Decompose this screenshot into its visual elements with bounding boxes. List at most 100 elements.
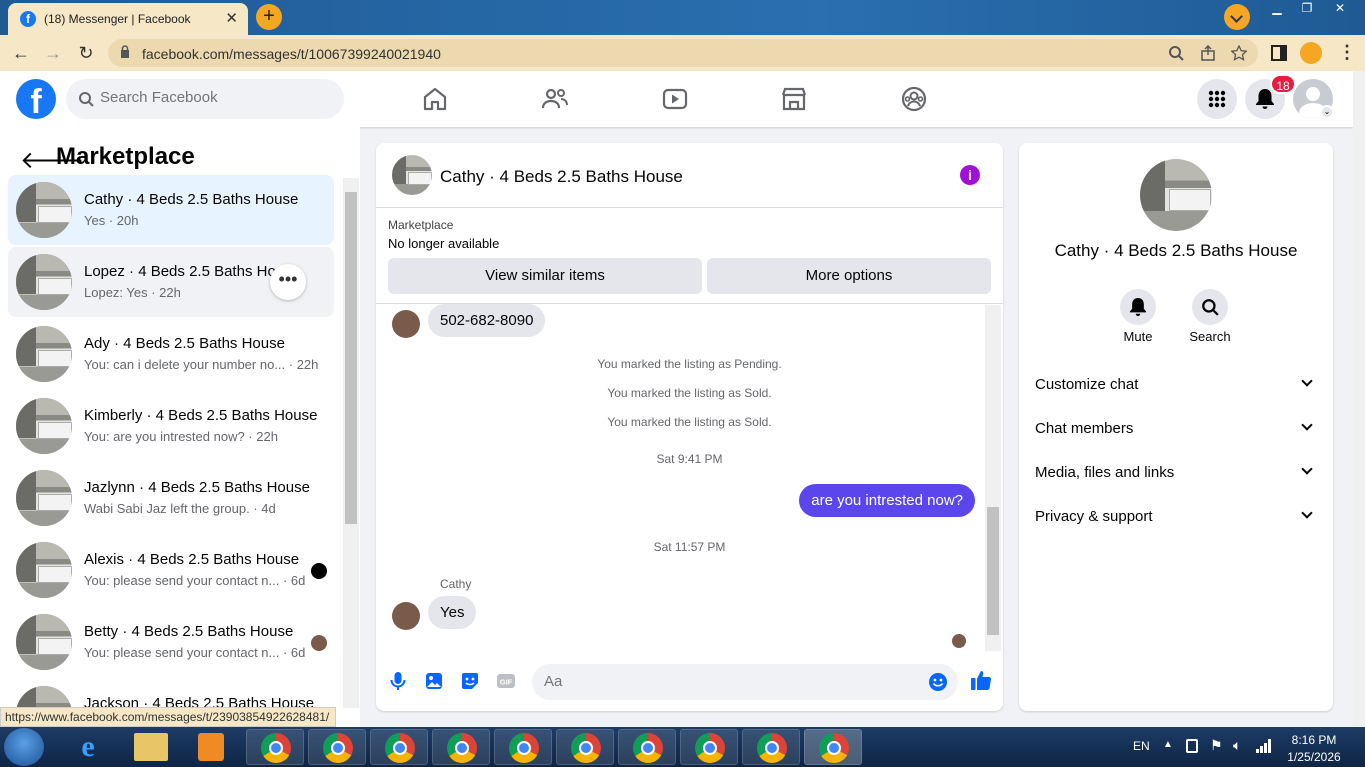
page-scrollbar[interactable] <box>1353 71 1365 727</box>
taskbar-chrome-window[interactable] <box>246 729 304 765</box>
browser-tab-bar: f (18) Messenger | Facebook ✕ + ▁ ❐ ✕ <box>0 0 1365 35</box>
chat-title[interactable]: Cathy · 4 Beds 2.5 Baths House <box>440 167 683 187</box>
bookmark-star-icon[interactable] <box>1231 45 1247 61</box>
volume-icon[interactable]: 🔈︎ <box>1233 737 1241 754</box>
conversation-item[interactable]: Alexis · 4 Beds 2.5 Baths House You: ple… <box>8 535 334 605</box>
chat-scrollbar[interactable] <box>985 305 1001 651</box>
profile-avatar-icon[interactable] <box>1300 42 1322 64</box>
like-thumb-icon[interactable] <box>970 669 992 691</box>
emoji-icon[interactable] <box>928 672 948 692</box>
friends-icon[interactable] <box>541 85 569 113</box>
chat-list-scrollbar[interactable] <box>343 178 359 708</box>
taskbar-chrome-window[interactable] <box>494 729 552 765</box>
more-options-icon[interactable]: ••• <box>270 264 306 300</box>
clock-date[interactable]: 1/25/2026 <box>1282 750 1346 764</box>
language-indicator[interactable]: EN <box>1133 739 1150 753</box>
chrome-icon <box>385 733 415 763</box>
photo-icon[interactable] <box>424 671 444 691</box>
microphone-icon[interactable] <box>388 671 408 691</box>
privacy-support-section[interactable]: Privacy & support <box>1035 497 1317 537</box>
sticker-icon[interactable] <box>460 671 480 691</box>
facebook-search[interactable] <box>66 79 344 119</box>
tab-close-icon[interactable]: ✕ <box>225 9 238 27</box>
timestamp: Sat 11:57 PM <box>653 540 726 554</box>
marketplace-label: Marketplace <box>388 218 454 232</box>
listing-thumbnail <box>16 398 72 454</box>
sender-avatar <box>392 310 420 338</box>
info-icon[interactable]: i <box>960 165 980 185</box>
marketplace-icon[interactable] <box>780 85 808 113</box>
tab-search-button[interactable] <box>1224 4 1250 30</box>
conversation-snippet: You: are you intrested now? · 22h <box>84 429 278 444</box>
message-composer: GIF <box>376 661 1003 701</box>
search-in-chat-button[interactable] <box>1192 289 1228 325</box>
conversation-item[interactable]: Jazlynn · 4 Beds 2.5 Baths House Wabi Sa… <box>8 463 334 533</box>
taskbar-chrome-window[interactable] <box>742 729 800 765</box>
zoom-icon[interactable] <box>1168 45 1184 61</box>
close-window-button[interactable]: ✕ <box>1322 0 1358 18</box>
customize-chat-section[interactable]: Customize chat <box>1035 365 1317 405</box>
home-icon[interactable] <box>421 85 449 113</box>
message-input-box[interactable] <box>532 664 958 700</box>
action-center-flag-icon[interactable]: ⚑ <box>1210 737 1223 754</box>
reload-button[interactable]: ↻ <box>75 42 97 64</box>
start-button[interactable] <box>4 728 44 766</box>
clock-time[interactable]: 8:16 PM <box>1282 733 1346 747</box>
chrome-icon <box>261 733 291 763</box>
more-options-button[interactable]: More options <box>707 258 991 294</box>
listing-thumbnail <box>16 182 72 238</box>
new-tab-button[interactable]: + <box>256 4 282 30</box>
chat-members-section[interactable]: Chat members <box>1035 409 1317 449</box>
network-signal-icon[interactable] <box>1256 739 1272 753</box>
forward-button[interactable]: → <box>42 42 64 64</box>
conversation-item[interactable]: Ady · 4 Beds 2.5 Baths House You: can i … <box>8 319 334 389</box>
account-chevron-icon[interactable]: ⌄ <box>1320 105 1334 119</box>
taskbar-chrome-window[interactable] <box>308 729 366 765</box>
minimize-button[interactable]: ▁ <box>1262 0 1292 18</box>
mute-button[interactable] <box>1120 289 1156 325</box>
conversation-item[interactable]: Kimberly · 4 Beds 2.5 Baths House You: a… <box>8 391 334 461</box>
internet-explorer-icon[interactable]: e <box>72 731 104 763</box>
incoming-message[interactable]: Yes <box>428 596 477 629</box>
chat-avatar[interactable] <box>392 155 432 195</box>
browser-menu-icon[interactable]: ⋮ <box>1338 42 1356 63</box>
message-input[interactable] <box>544 673 924 690</box>
mute-label: Mute <box>1123 329 1153 344</box>
maximize-button[interactable]: ❐ <box>1292 0 1322 18</box>
menu-button[interactable] <box>1197 79 1237 119</box>
facebook-logo-icon[interactable]: f <box>16 79 56 121</box>
chevron-down-icon <box>1301 507 1313 519</box>
taskbar-chrome-window[interactable] <box>370 729 428 765</box>
taskbar-chrome-window[interactable] <box>680 729 738 765</box>
conversation-item[interactable]: Cathy · 4 Beds 2.5 Baths House Yes · 20h <box>8 175 334 245</box>
sender-name: Cathy <box>440 577 472 591</box>
system-message: You marked the listing as Sold. <box>607 386 772 400</box>
gif-icon[interactable]: GIF <box>496 671 516 691</box>
conversation-item[interactable]: Lopez · 4 Beds 2.5 Baths Hou Lopez: Yes … <box>8 247 334 317</box>
chrome-icon <box>757 733 787 763</box>
watch-icon[interactable] <box>661 85 689 113</box>
media-files-links-section[interactable]: Media, files and links <box>1035 453 1317 493</box>
seen-avatar <box>311 635 327 651</box>
incoming-message[interactable]: 502-682-8090 <box>428 304 546 337</box>
media-player-icon[interactable] <box>198 733 224 761</box>
taskbar-chrome-window[interactable] <box>618 729 676 765</box>
groups-icon[interactable] <box>900 85 928 113</box>
url-field[interactable]: facebook.com/messages/t/1006739924002194… <box>108 39 1258 67</box>
outgoing-message[interactable]: are you intrested now? <box>799 484 975 517</box>
search-input[interactable] <box>100 89 330 106</box>
share-icon[interactable] <box>1200 45 1216 61</box>
device-icon[interactable] <box>1186 739 1198 753</box>
view-similar-items-button[interactable]: View similar items <box>388 258 702 294</box>
file-explorer-icon[interactable] <box>134 733 168 761</box>
conversation-item[interactable]: Betty · 4 Beds 2.5 Baths House You: plea… <box>8 607 334 677</box>
unread-dot <box>311 563 327 579</box>
taskbar-chrome-window[interactable] <box>432 729 490 765</box>
taskbar-chrome-window[interactable] <box>556 729 614 765</box>
taskbar-chrome-window[interactable] <box>804 729 862 765</box>
show-hidden-icons-icon[interactable]: ▲ <box>1163 739 1173 750</box>
side-panel-icon[interactable] <box>1270 44 1288 62</box>
bell-icon <box>1256 89 1274 109</box>
browser-tab[interactable]: f (18) Messenger | Facebook ✕ <box>8 3 248 35</box>
back-button[interactable]: ← <box>10 42 32 64</box>
